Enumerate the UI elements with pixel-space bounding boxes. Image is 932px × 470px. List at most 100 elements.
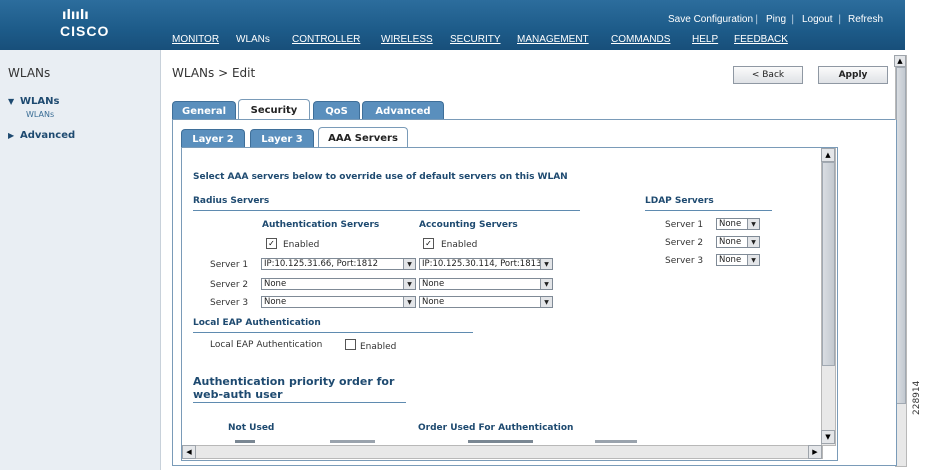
local-eap-enabled-checkbox[interactable]	[345, 339, 356, 350]
scroll-right-icon[interactable]: ▶	[808, 445, 822, 459]
list-box-edge	[595, 440, 637, 443]
scroll-down-icon[interactable]: ▼	[821, 430, 835, 444]
ldap-server-2-value: None	[719, 237, 742, 247]
sidebar-title: WLANs	[8, 66, 51, 80]
page-title: WLANs > Edit	[172, 66, 256, 80]
list-box-edge	[468, 440, 533, 443]
auth-enabled-checkbox[interactable]: ✓	[266, 238, 277, 249]
figure-id: 228914	[912, 380, 922, 415]
acct-server-3-value: None	[422, 297, 445, 307]
inner-scroll-thumb[interactable]	[822, 162, 835, 366]
nav-monitor[interactable]: MONITOR	[172, 34, 219, 45]
server-2-label: Server 2	[210, 280, 249, 290]
apply-button[interactable]: Apply	[818, 66, 888, 84]
nav-feedback[interactable]: FEEDBACK	[734, 34, 788, 45]
chevron-down-icon[interactable]: ▼	[403, 259, 415, 269]
local-eap-rule	[193, 332, 473, 333]
chevron-down-icon[interactable]: ▼	[403, 297, 415, 307]
acct-server-3-select[interactable]: None ▼	[419, 296, 553, 308]
local-eap-label: Local EAP Authentication	[210, 340, 323, 350]
sidebar-item-advanced[interactable]: Advanced	[20, 130, 75, 141]
auth-server-3-value: None	[264, 297, 287, 307]
chevron-down-icon[interactable]: ▼	[540, 297, 552, 307]
ldap-server-1-value: None	[719, 219, 742, 229]
separator: |	[755, 14, 759, 25]
separator: |	[838, 14, 842, 25]
chevron-down-icon[interactable]: ▼	[540, 279, 552, 289]
server-1-label: Server 1	[210, 260, 249, 270]
ldap-rule	[645, 210, 772, 211]
local-eap-enabled-label: Enabled	[360, 342, 397, 352]
nav-wireless[interactable]: WIRELESS	[381, 34, 433, 45]
acct-server-2-value: None	[422, 279, 445, 289]
nav-security[interactable]: SECURITY	[450, 34, 501, 45]
radius-heading: Radius Servers	[193, 196, 270, 206]
ldap-server-3-value: None	[719, 255, 742, 265]
chevron-down-icon[interactable]: ▼	[540, 259, 552, 269]
logout-link[interactable]: Logout	[802, 14, 833, 25]
ldap-server-2-select[interactable]: None ▼	[716, 236, 760, 248]
ldap-server-3-label: Server 3	[665, 256, 704, 266]
list-box-edge	[330, 440, 375, 443]
sidebar	[0, 50, 161, 470]
nav-commands[interactable]: COMMANDS	[611, 34, 670, 45]
tab-advanced[interactable]: Advanced	[362, 101, 444, 120]
acct-server-1-select[interactable]: IP:10.125.30.114, Port:1813 ▼	[419, 258, 553, 270]
auth-server-1-value: IP:10.125.31.66, Port:1812	[264, 259, 379, 269]
sidebar-item-wlans[interactable]: WLANs	[20, 96, 59, 107]
chevron-down-icon[interactable]: ▼	[747, 219, 759, 229]
window-scroll-thumb[interactable]	[896, 67, 906, 404]
acct-server-2-select[interactable]: None ▼	[419, 278, 553, 290]
ldap-server-3-select[interactable]: None ▼	[716, 254, 760, 266]
acct-server-1-value: IP:10.125.30.114, Port:1813	[422, 259, 542, 269]
tab-aaa-servers[interactable]: AAA Servers	[318, 127, 408, 149]
scroll-up-icon[interactable]: ▲	[821, 148, 835, 162]
tab-layer3[interactable]: Layer 3	[250, 129, 314, 148]
acct-enabled-checkbox[interactable]: ✓	[423, 238, 434, 249]
auth-enabled-label: Enabled	[283, 240, 320, 250]
priority-heading: Authentication priority order for	[193, 375, 395, 388]
sidebar-subitem-wlans[interactable]: WLANs	[26, 110, 54, 119]
ldap-server-1-select[interactable]: None ▼	[716, 218, 760, 230]
ldap-heading: LDAP Servers	[645, 196, 714, 206]
cisco-logo-text: CISCO	[60, 23, 110, 39]
nav-management[interactable]: MANAGEMENT	[517, 34, 589, 45]
local-eap-heading: Local EAP Authentication	[193, 318, 321, 328]
auth-heading: Authentication Servers	[262, 220, 380, 230]
triangle-down-icon[interactable]: ▼	[8, 97, 14, 106]
auth-server-1-select[interactable]: IP:10.125.31.66, Port:1812 ▼	[261, 258, 416, 270]
tab-security[interactable]: Security	[238, 99, 310, 121]
auth-server-3-select[interactable]: None ▼	[261, 296, 416, 308]
tab-general[interactable]: General	[172, 101, 236, 120]
not-used-label: Not Used	[228, 423, 275, 433]
nav-controller[interactable]: CONTROLLER	[292, 34, 360, 45]
ldap-server-1-label: Server 1	[665, 220, 704, 230]
save-configuration-link[interactable]: Save Configuration	[668, 14, 753, 25]
scroll-up-icon[interactable]: ▲	[894, 55, 906, 67]
priority-heading-line2: web-auth user	[193, 388, 283, 401]
ldap-server-2-label: Server 2	[665, 238, 704, 248]
server-3-label: Server 3	[210, 298, 249, 308]
auth-server-2-select[interactable]: None ▼	[261, 278, 416, 290]
radius-rule	[193, 210, 580, 211]
tab-qos[interactable]: QoS	[313, 101, 360, 120]
nav-wlans[interactable]: WLANs	[236, 34, 270, 45]
tab-layer2[interactable]: Layer 2	[181, 129, 245, 148]
refresh-link[interactable]: Refresh	[848, 14, 883, 25]
acct-enabled-label: Enabled	[441, 240, 478, 250]
chevron-down-icon[interactable]: ▼	[747, 255, 759, 265]
auth-server-2-value: None	[264, 279, 287, 289]
chevron-down-icon[interactable]: ▼	[403, 279, 415, 289]
triangle-right-icon[interactable]: ▶	[8, 131, 14, 140]
chevron-down-icon[interactable]: ▼	[747, 237, 759, 247]
cisco-logo-icon: ılıılı	[62, 8, 89, 23]
separator: |	[791, 14, 795, 25]
priority-rule	[193, 402, 406, 403]
nav-help[interactable]: HELP	[692, 34, 718, 45]
order-used-label: Order Used For Authentication	[418, 423, 574, 433]
list-box-edge	[235, 440, 255, 443]
inner-horizontal-scrollbar[interactable]	[182, 445, 823, 459]
scroll-left-icon[interactable]: ◀	[182, 445, 196, 459]
ping-link[interactable]: Ping	[766, 14, 786, 25]
back-button[interactable]: < Back	[733, 66, 803, 84]
